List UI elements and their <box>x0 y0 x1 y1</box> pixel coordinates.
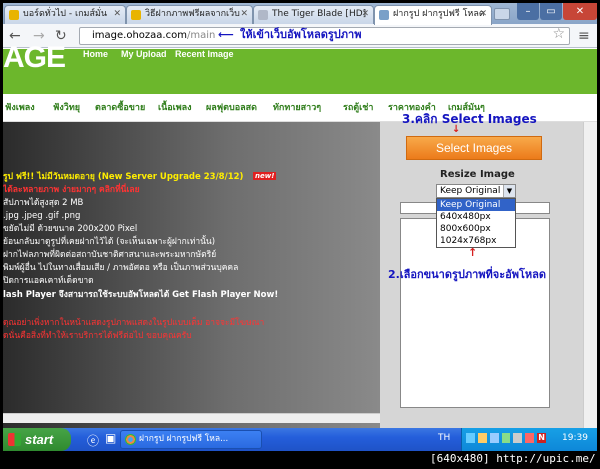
vertical-scrollbar[interactable] <box>583 122 597 451</box>
close-tab-icon[interactable]: ✕ <box>479 6 487 23</box>
info-line: สัปภาพได้สูงสุด 2 MB <box>3 198 84 208</box>
language-indicator[interactable]: TH <box>438 433 450 443</box>
category-link[interactable]: ฟังเพลง <box>5 100 35 114</box>
start-label: start <box>25 432 54 447</box>
windows-taskbar: start ⓔ ▣ ฝากรูป ฝากรูปฟรี โหล... TH N 1… <box>3 428 597 451</box>
ie-icon[interactable]: ⓔ <box>87 432 99 449</box>
image-footer: [640x480] http://upic.me/ <box>430 452 596 465</box>
address-host: image.ohozaa.com <box>92 30 187 41</box>
tab-title: ฝากรูป ฝากรูปฟรี โหลด <box>393 9 485 19</box>
taskbar-window-title: ฝากรูป ฝากรูปฟรี โหล... <box>139 434 229 444</box>
screenshot-frame: บอร์ดทั่วไป - เกมส์มั่น ✕ วิธีฝากภาพฟรีผ… <box>0 0 600 469</box>
tab-favicon-icon <box>258 10 268 20</box>
nav-my-upload[interactable]: My Upload <box>121 49 167 59</box>
tab-title: วิธีฝากภาพฟรีผลจากเว็บ <box>145 9 240 19</box>
wrench-menu-icon[interactable]: ≡ <box>578 27 590 45</box>
close-window-icon[interactable]: ✕ <box>563 3 597 20</box>
resize-option[interactable]: 800x600px <box>437 223 515 235</box>
new-badge: new! <box>253 172 277 180</box>
nav-recent-image[interactable]: Recent Image <box>175 49 234 59</box>
category-link[interactable]: ตลาดซื้อขาย <box>95 100 145 114</box>
resize-image-label: Resize Image <box>440 169 515 180</box>
annotation-top: ให้เข้าเว็บอัพโหลดรูปภาพ <box>240 28 362 41</box>
tab-3[interactable]: The Tiger Blade [HD] ✕ <box>253 5 374 24</box>
tab-1[interactable]: บอร์ดทั่วไป - เกมส์มั่น ✕ <box>4 5 126 24</box>
address-path: /main <box>186 30 216 41</box>
tab-4-active[interactable]: ฝากรูป ฝากรูปฟรี โหลด ✕ <box>374 5 492 25</box>
tray-n-icon[interactable]: N <box>537 433 547 443</box>
tray-app-icon[interactable] <box>513 433 523 443</box>
tab-2[interactable]: วิธีฝากภาพฟรีผลจากเว็บ ✕ <box>126 5 253 24</box>
resize-selected-value: Keep Original <box>440 186 501 196</box>
star-icon[interactable]: ☆ <box>552 26 565 42</box>
windows-logo-icon <box>8 433 21 446</box>
info-line: ดนั่นคือสิ่งที่ทำให้เราบริการได้ฟรีต่อไป… <box>3 331 192 341</box>
resize-option[interactable]: 640x480px <box>437 211 515 223</box>
category-link[interactable]: ทักทายสาวๆ <box>273 100 321 114</box>
tray-app-icon[interactable] <box>477 433 487 443</box>
category-link[interactable]: ฟังวิทยุ <box>53 100 80 114</box>
category-link[interactable]: ผลฟุตบอลสด <box>206 100 257 114</box>
site-header: AGE Home My Upload Recent Image <box>3 41 597 94</box>
web-page: AGE Home My Upload Recent Image ฟังเพลง … <box>3 41 597 451</box>
info-line: ปิดการแอคเคาท์เด็ดขาด <box>3 276 94 286</box>
close-tab-icon[interactable]: ✕ <box>361 6 369 23</box>
tray-app-icon[interactable] <box>466 433 475 443</box>
category-link[interactable]: เนื้อเพลง <box>158 100 192 114</box>
annotation-top-arrow: ⟵ <box>218 28 234 41</box>
resize-option[interactable]: 1024x768px <box>437 235 515 247</box>
tray-app-icon[interactable] <box>501 433 511 443</box>
taskbar-chrome-window[interactable]: ฝากรูป ฝากรูปฟรี โหล... <box>120 430 262 449</box>
resize-option[interactable]: Keep Original <box>437 199 515 211</box>
info-line[interactable]: ได้ละหลายภาพ ง่ายมากๆ คลิกที่นี่เลย <box>3 185 140 195</box>
show-desktop-icon[interactable]: ▣ <box>105 431 116 445</box>
system-tray: TH N 19:39 <box>438 428 597 451</box>
info-line: ดุณอย่าเพิ่งหากในหน้าแสดงรูปภาพแสดงในรูป… <box>3 318 265 328</box>
info-line: ฝากไฟลภาพที่ผิดต่อสถาบันชาติศาสนาและพระม… <box>3 250 217 260</box>
resize-dropdown-list: Keep Original 640x480px 800x600px 1024x7… <box>436 198 516 248</box>
info-line: พิมพ์ผู้อื่น ไปในทางเสื่อมเสีย / ภาพอัศต… <box>3 263 239 273</box>
tray-icons: N <box>466 433 547 445</box>
close-tab-icon[interactable]: ✕ <box>113 6 121 23</box>
close-tab-icon[interactable]: ✕ <box>240 6 248 23</box>
tab-title: The Tiger Blade [HD] <box>272 9 367 19</box>
new-tab-button[interactable] <box>494 8 510 20</box>
tab-favicon-icon <box>9 10 19 20</box>
minimize-icon[interactable]: – <box>517 3 539 20</box>
browser-toolbar: ← → ↻ image.ohozaa.com/main ⟵ ให้เข้าเว็… <box>3 24 597 48</box>
maximize-icon[interactable]: ▭ <box>540 3 562 20</box>
tab-strip: บอร์ดทั่วไป - เกมส์มั่น ✕ วิธีฝากภาพฟรีผ… <box>3 3 597 25</box>
tray-app-icon[interactable] <box>489 433 499 443</box>
annotation-step2: 2.เลือกขนาดรูปภาพที่จะอัพโหลด <box>388 268 547 281</box>
info-line[interactable]: lash Player จึงสามารถใช้ระบบอัพโหลดได้ G… <box>3 290 278 300</box>
resize-select[interactable]: Keep Original ▼ <box>436 184 516 198</box>
tab-favicon-icon <box>131 10 141 20</box>
annotation-step3: 3.คลิก Select Images <box>402 112 537 126</box>
window-controls: – ▭ ✕ <box>516 3 597 24</box>
browser-window: บอร์ดทั่วไป - เกมส์มั่น ✕ วิธีฝากภาพฟรีผ… <box>3 3 597 451</box>
info-line: .jpg .jpeg .gif .png <box>3 211 81 221</box>
select-images-button[interactable]: Select Images <box>406 136 542 160</box>
tab-title: บอร์ดทั่วไป - เกมส์มั่น <box>23 9 108 19</box>
nav-home[interactable]: Home <box>83 49 108 59</box>
info-line: ขยัดไม่มี ด้วยขนาด 200x200 Pixel <box>3 224 138 234</box>
info-line: ย้อนกลับมาดูรูปที่เคยฝากไว้ได้ (จะเห็นเฉ… <box>3 237 216 247</box>
chrome-icon <box>125 434 136 445</box>
category-link[interactable]: รถตู้เช่า <box>343 100 373 114</box>
upload-control-panel: 3.คลิก Select Images ↓ Select Images Res… <box>380 112 597 451</box>
upload-info-panel: รูป ฟรี!! ไม่มีวันหมดอายุ (New Server Up… <box>3 122 380 451</box>
start-button[interactable]: start <box>3 428 71 451</box>
horizontal-scrollbar[interactable] <box>3 413 380 423</box>
info-line: รูป ฟรี!! ไม่มีวันหมดอายุ (New Server Up… <box>3 172 244 182</box>
clock: 19:39 <box>562 433 588 443</box>
tray-app-icon[interactable] <box>525 433 535 443</box>
chevron-down-icon[interactable]: ▼ <box>503 185 515 197</box>
site-logo: AGE <box>3 41 66 74</box>
tab-favicon-icon <box>379 10 389 20</box>
address-bar[interactable]: image.ohozaa.com/main ⟵ ให้เข้าเว็บอัพโห… <box>79 26 570 45</box>
annotation-down-arrow: ↓ <box>452 124 461 135</box>
